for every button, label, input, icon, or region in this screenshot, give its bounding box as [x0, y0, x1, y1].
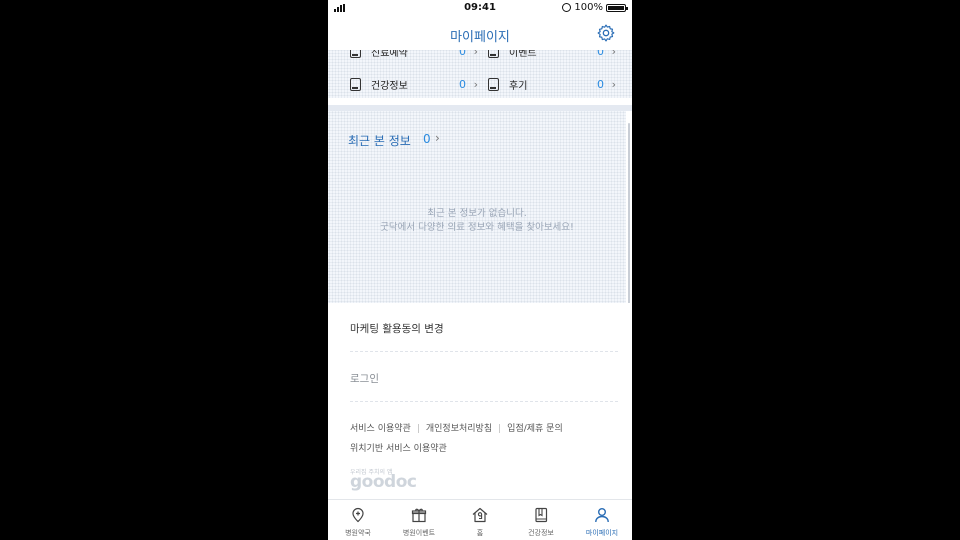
tab-label: 병원이벤트 — [402, 529, 436, 537]
tab-hospital-pharmacy[interactable]: 병원약국 — [328, 500, 388, 540]
person-icon — [595, 508, 609, 523]
count-item-review[interactable]: 후기 0 › — [488, 73, 618, 95]
count-item-health-info[interactable]: 건강정보 0 › — [350, 73, 480, 95]
map-pin-icon — [352, 507, 364, 523]
tab-mypage[interactable]: 마이페이지 — [572, 500, 632, 540]
goodoc-logo: goodoc — [350, 472, 417, 492]
menu-section: 마케팅 활용동의 변경 로그인 서비스 이용약관 | 개인정보처리방침 | 입점/제휴 … — [328, 303, 632, 499]
counts-panel: 진료예약 0 › 이벤트 0 › 건강정보 0 › 후기 0 › — [328, 50, 632, 98]
page-title: 마이페이지 — [450, 30, 510, 45]
tab-label: 병원약국 — [345, 529, 371, 537]
empty-line-1: 최근 본 정보가 없습니다. — [427, 208, 527, 219]
marketing-consent-link[interactable]: 마케팅 활용동의 변경 — [350, 321, 444, 336]
terms-link[interactable]: 서비스 이용약관 — [350, 424, 411, 434]
chevron-right-icon: › — [611, 50, 616, 58]
count-label: 이벤트 — [509, 50, 537, 59]
chevron-right-icon[interactable]: › — [435, 131, 440, 145]
book-icon — [350, 77, 361, 91]
link-separator: | — [498, 424, 502, 434]
tab-home[interactable]: 홈 — [450, 500, 510, 540]
partnership-link[interactable]: 입점/제휴 문의 — [507, 424, 563, 434]
chevron-right-icon: › — [473, 50, 478, 58]
phone-screen: 09:41 100% 마이페이지 진료예약 0 › 이벤트 0 › 건강정보 0… — [328, 0, 632, 540]
menu-divider — [350, 401, 618, 402]
book-icon — [488, 77, 499, 91]
tab-health-info[interactable]: 건강정보 — [511, 500, 571, 540]
status-bar: 09:41 100% — [328, 0, 632, 16]
count-label: 후기 — [509, 80, 528, 92]
status-right: 100% — [562, 2, 628, 13]
gift-icon — [411, 508, 427, 523]
count-label: 진료예약 — [371, 50, 408, 59]
empty-line-2: 굿닥에서 다양한 의료 정보와 혜택을 찾아보세요! — [380, 222, 574, 233]
tab-label: 홈 — [476, 529, 484, 537]
header: 마이페이지 — [328, 16, 632, 50]
recent-title[interactable]: 최근 본 정보 — [348, 132, 411, 149]
chevron-right-icon: › — [473, 77, 478, 91]
login-link[interactable]: 로그인 — [350, 371, 379, 386]
book-icon — [350, 50, 361, 58]
link-separator: | — [416, 424, 420, 434]
book-icon — [488, 50, 499, 58]
tab-label: 마이페이지 — [585, 529, 619, 537]
home-icon — [472, 507, 488, 523]
count-item-event[interactable]: 이벤트 0 › — [488, 50, 618, 62]
footer-links: 서비스 이용약관 | 개인정보처리방침 | 입점/제휴 문의 위치기반 서비스 이용약관 — [350, 419, 563, 459]
chevron-right-icon: › — [611, 77, 616, 91]
location-terms-link[interactable]: 위치기반 서비스 이용약관 — [350, 439, 563, 459]
battery-icon — [606, 3, 628, 12]
gear-icon[interactable] — [596, 23, 616, 43]
count-value: 0 — [597, 50, 604, 58]
counts-row-partial: 진료예약 0 › 이벤트 0 › — [328, 50, 632, 62]
recent-count[interactable]: 0 — [423, 132, 431, 146]
battery-percent: 100% — [574, 2, 603, 13]
recent-section: 최근 본 정보 0 › 최근 본 정보가 없습니다. 굿닥에서 다양한 의료 정… — [328, 111, 626, 303]
count-label: 건강정보 — [371, 80, 408, 92]
scroll-content[interactable]: 진료예약 0 › 이벤트 0 › 건강정보 0 › 후기 0 › 최근 본 정보… — [328, 50, 632, 499]
tab-label: 건강정보 — [528, 529, 554, 537]
tab-hospital-event[interactable]: 병원이벤트 — [389, 500, 449, 540]
tab-bar: 병원약국 병원이벤트 홈 건강정보 마이페이지 — [328, 499, 632, 540]
book-icon — [535, 507, 548, 523]
orientation-lock-icon — [562, 3, 572, 12]
privacy-link[interactable]: 개인정보처리방침 — [426, 424, 492, 434]
count-value: 0 — [597, 77, 604, 91]
count-value: 0 — [459, 50, 466, 58]
menu-divider — [350, 351, 618, 352]
count-item-reservation[interactable]: 진료예약 0 › — [350, 50, 480, 62]
count-value: 0 — [459, 77, 466, 91]
counts-row: 건강정보 0 › 후기 0 › — [328, 73, 632, 95]
recent-empty-message: 최근 본 정보가 없습니다. 굿닥에서 다양한 의료 정보와 혜택을 찾아보세요… — [328, 207, 626, 235]
